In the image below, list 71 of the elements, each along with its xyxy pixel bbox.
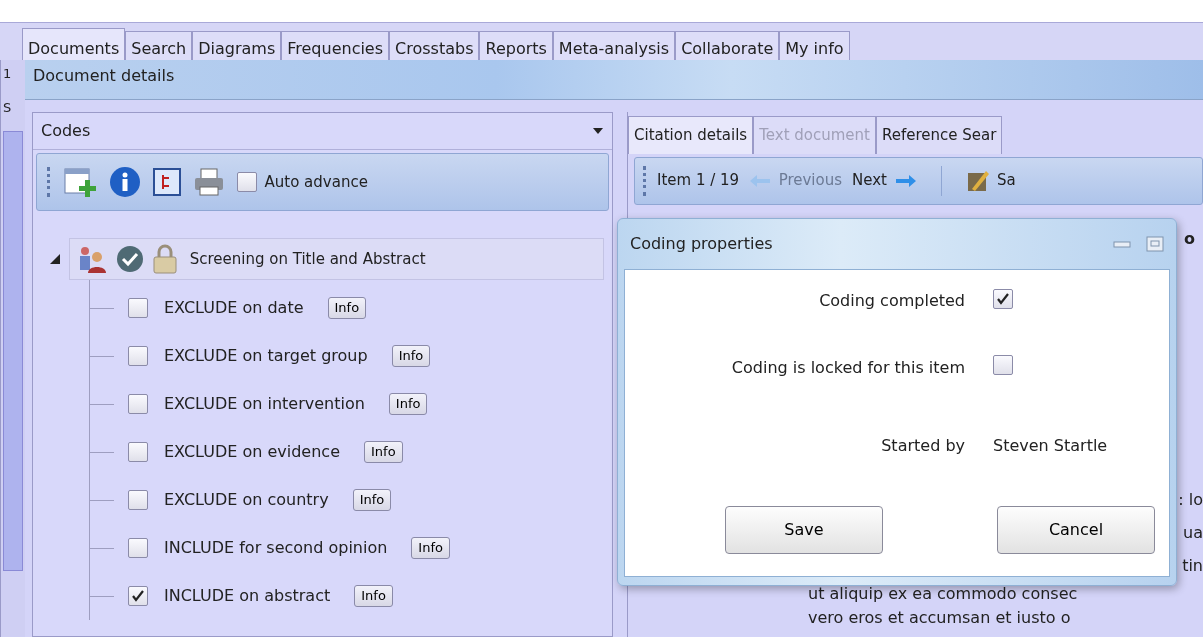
detail-tab[interactable]: Reference Sear <box>876 116 1003 154</box>
code-label: EXCLUDE on intervention <box>164 393 365 415</box>
pencil-icon <box>965 168 990 193</box>
main-tab[interactable]: Meta-analysis <box>552 31 676 60</box>
code-label: INCLUDE for second opinion <box>164 537 388 559</box>
code-label: INCLUDE on abstract <box>164 585 331 607</box>
info-button[interactable]: Info <box>352 489 392 511</box>
code-label: EXCLUDE on evidence <box>164 441 340 463</box>
toolbar-grip-icon[interactable] <box>643 165 647 196</box>
field-label: Started by <box>880 435 965 457</box>
info-button[interactable]: Info <box>354 585 393 607</box>
code-checkbox[interactable] <box>128 394 148 414</box>
checkbox[interactable] <box>993 354 1013 375</box>
checkbox-label: Auto advance <box>264 171 368 193</box>
maximize-icon[interactable] <box>1146 236 1164 252</box>
code-label: EXCLUDE on country <box>164 489 329 511</box>
main-tab[interactable]: My info <box>779 31 850 60</box>
field-label: Coding is locked for this item <box>730 357 965 379</box>
body-text: tin <box>1182 554 1203 577</box>
heading-text: o <box>1184 227 1195 250</box>
main-tab[interactable]: Reports <box>479 31 553 60</box>
next-button[interactable]: Next <box>852 169 917 192</box>
info-button[interactable]: Info <box>327 297 367 319</box>
main-tab[interactable]: Documents <box>22 28 126 60</box>
main-tab[interactable]: Search <box>125 31 193 60</box>
code-checkbox[interactable] <box>128 442 148 462</box>
body-text: vero eros et accumsan et iusto o <box>807 606 1072 629</box>
body-text: ut aliquip ex ea commodo consec <box>807 582 1079 605</box>
detail-tab[interactable]: Citation details <box>628 116 754 154</box>
dropdown-caret-icon[interactable] <box>592 127 604 135</box>
tree-view-icon[interactable] <box>153 168 181 196</box>
dialog-button[interactable]: Cancel <box>997 506 1155 554</box>
code-label: EXCLUDE on target group <box>164 345 368 367</box>
info-button[interactable]: Info <box>411 537 450 559</box>
code-set-header[interactable]: Screening on Title and Abstract <box>69 238 604 280</box>
main-tab[interactable]: Diagrams <box>192 31 282 60</box>
info-button[interactable]: Info <box>388 393 428 415</box>
dialog-title: Coding properties <box>630 233 773 255</box>
add-code-icon[interactable] <box>63 166 97 198</box>
info-button[interactable]: Info <box>391 345 431 367</box>
code-checkbox[interactable] <box>128 586 148 606</box>
code-label: EXCLUDE on date <box>164 297 304 319</box>
field-label: Coding completed <box>818 290 965 312</box>
minimize-icon[interactable] <box>1113 240 1131 248</box>
background-label: S <box>3 98 13 117</box>
partial-toolbar-button[interactable]: Sa <box>965 168 1016 193</box>
body-text: : lo <box>1178 488 1203 511</box>
code-set-label: Screening on Title and Abstract <box>189 248 426 270</box>
field-value: Steven Startle <box>993 436 1108 455</box>
background-label: 1 <box>3 65 13 83</box>
main-tab[interactable]: Crosstabs <box>389 31 480 60</box>
padlock-icon <box>152 244 178 274</box>
main-tab[interactable]: Frequencies <box>281 31 390 60</box>
code-checkbox[interactable] <box>128 346 148 366</box>
expander-icon[interactable] <box>49 253 61 265</box>
print-icon[interactable] <box>193 167 225 197</box>
auto-advance-checkbox[interactable] <box>237 172 257 192</box>
code-checkbox[interactable] <box>128 538 148 558</box>
codes-title: Codes <box>41 120 91 142</box>
checkbox[interactable] <box>993 288 1013 309</box>
body-text: ua <box>1183 521 1203 544</box>
item-counter: Item 1 / 19 <box>657 170 740 192</box>
main-tab[interactable]: Collaborate <box>675 31 780 60</box>
toolbar-grip-icon[interactable] <box>47 167 51 197</box>
dialog-button[interactable]: Save <box>725 506 883 554</box>
info-icon[interactable] <box>109 166 141 198</box>
check-circle-icon <box>116 245 144 273</box>
code-checkbox[interactable] <box>128 490 148 510</box>
window-title: Document details <box>25 60 1203 100</box>
info-button[interactable]: Info <box>364 441 403 463</box>
code-checkbox[interactable] <box>128 298 148 318</box>
